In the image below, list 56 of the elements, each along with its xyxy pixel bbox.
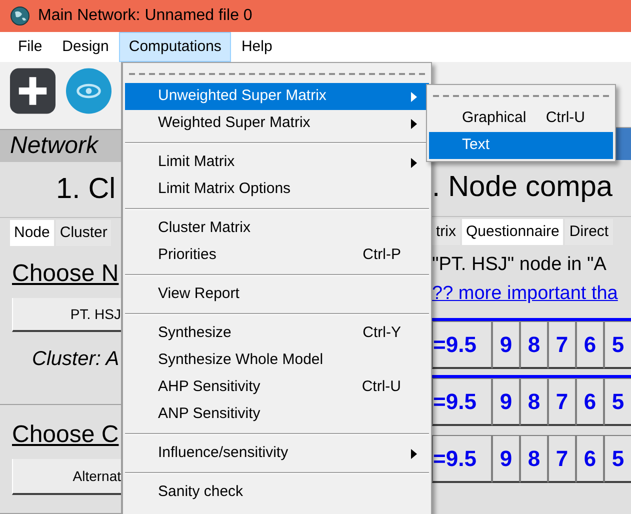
menu-item[interactable]: Limit Matrix [125,149,429,176]
scale-button[interactable]: 9 [492,435,520,483]
section-heading: Choose C [11,420,120,450]
menu-item[interactable]: AHP Sensitivity Ctrl-U [125,374,429,401]
menu-item[interactable]: Priorities Ctrl-P [125,242,429,269]
scale-button[interactable]: 8 [520,435,548,483]
window-title: Main Network: Unnamed file 0 [38,6,252,26]
menu-item[interactable]: Cluster Matrix [125,215,429,242]
scale-button[interactable]: 6 [576,321,604,369]
eye-icon[interactable] [64,67,112,115]
menu-item[interactable]: Synthesize Whole Model [125,347,429,374]
menu-item[interactable]: Synthesize Ctrl-Y [125,320,429,347]
tab[interactable]: trix [432,219,460,245]
scale-button[interactable]: 8 [520,378,548,426]
scale-button[interactable]: 5 [604,321,631,369]
menu-bar-item[interactable]: Help [231,32,282,62]
menu-item[interactable]: Influence/sensitivity [125,440,429,467]
scale-button[interactable]: 6 [576,378,604,426]
section-heading: Choose N [11,259,120,290]
menu-item[interactable]: Sanity check [125,479,429,506]
menu-item[interactable]: Weighted Super Matrix [125,110,429,137]
scale-button[interactable]: 8 [520,321,548,369]
scale-button[interactable]: 9 [492,321,520,369]
menu-bar-item[interactable]: File [8,32,52,62]
step-heading: 1. Cl [55,172,117,207]
question-link[interactable]: ?? more important tha [432,280,631,308]
menu-item[interactable]: View Report [125,281,429,308]
scale-button[interactable]: 9 [492,378,520,426]
tab[interactable]: Cluster [56,220,112,246]
scale-button[interactable]: 7 [548,378,576,426]
scale-button[interactable]: 7 [548,321,576,369]
menu-item[interactable]: Unweighted Super Matrix [125,83,429,110]
scale-button[interactable]: 7 [548,435,576,483]
scale-button[interactable]: 5 [604,378,631,426]
add-icon[interactable] [9,67,56,115]
menu-item[interactable]: Text [429,132,613,159]
cluster-button[interactable]: Alternat [12,459,121,495]
step-heading: . Node compa [432,170,614,206]
scale-button[interactable]: 5 [604,435,631,483]
menu-item[interactable]: Limit Matrix Options [125,176,429,203]
scale-button[interactable]: 6 [576,435,604,483]
question-text: "PT. HSJ" node in "A [432,253,608,277]
cluster-label: Cluster: A [31,347,120,372]
scale-button[interactable]: =9.5 [432,378,492,426]
scale-button[interactable]: =9.5 [432,435,492,483]
network-header: Network [0,130,121,162]
menu-item[interactable]: Graphical Ctrl-U [429,105,613,132]
node-button[interactable]: PT. HSJ [12,298,121,332]
menu-item[interactable]: ANP Sensitivity [125,401,429,428]
menu-bar-item[interactable]: Design [52,32,119,62]
menu-bar-item[interactable]: Computations [118,32,232,62]
tab[interactable]: Node [10,220,54,246]
tab[interactable]: Direct [565,219,613,245]
scale-button[interactable]: =9.5 [432,321,492,369]
tab[interactable]: Questionnaire [462,219,564,245]
globe-icon [10,6,30,26]
